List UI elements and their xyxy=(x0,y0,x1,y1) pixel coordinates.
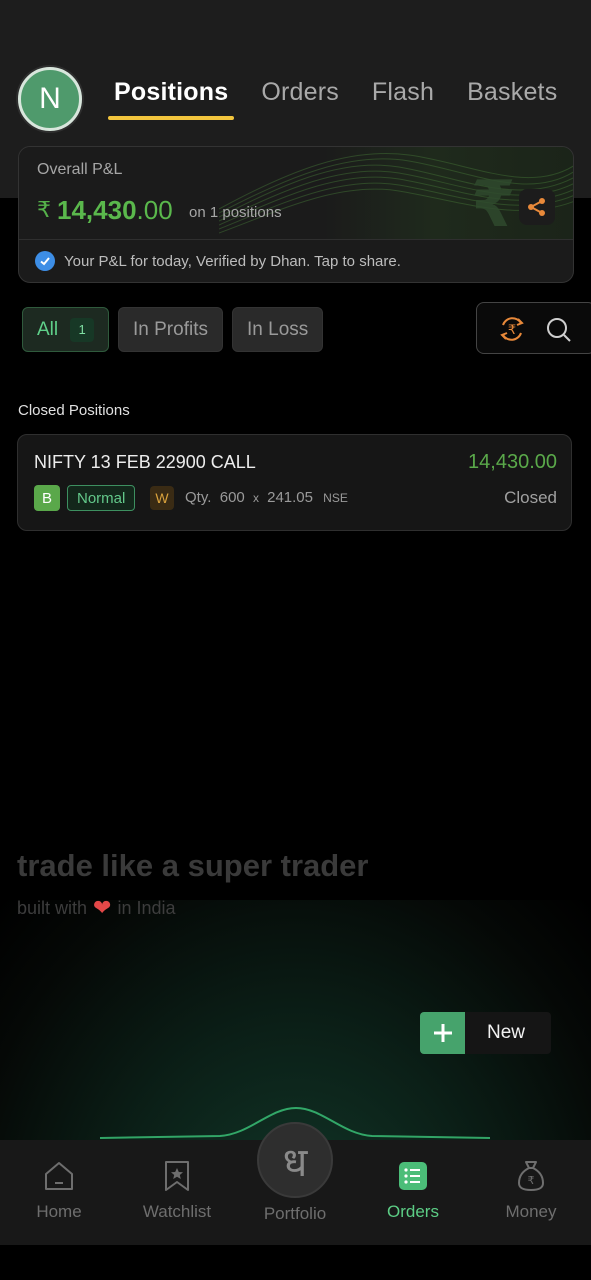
pnl-amount-integer: 14,430 xyxy=(57,195,137,225)
search-icon[interactable] xyxy=(545,316,573,344)
filter-in-profits-label: In Profits xyxy=(133,318,208,340)
exchange-label: NSE xyxy=(323,491,348,505)
svg-text:₹: ₹ xyxy=(508,323,516,338)
rupee-symbol: ₹ xyxy=(37,197,51,222)
filter-in-loss[interactable]: In Loss xyxy=(232,307,324,352)
money-bag-icon: ₹ xyxy=(517,1161,545,1192)
weekly-expiry-badge: W xyxy=(150,486,174,510)
built-suffix: in India xyxy=(117,897,176,918)
nav-money-label: Money xyxy=(505,1202,557,1221)
watchlist-icon xyxy=(165,1161,189,1191)
product-type-tag: Normal xyxy=(67,485,136,511)
built-prefix: built with xyxy=(17,897,88,918)
nav-home-label: Home xyxy=(36,1202,82,1221)
nav-orders[interactable]: Orders xyxy=(354,1158,472,1238)
tab-baskets[interactable]: Baskets xyxy=(467,78,557,122)
qty-value: 600 xyxy=(219,489,245,506)
system-nav-strip xyxy=(0,1245,591,1280)
currency-exchange-icon[interactable]: ₹ xyxy=(497,315,527,343)
instrument-name: NIFTY 13 FEB 22900 CALL xyxy=(34,452,256,472)
pnl-amount: 14,430.00 xyxy=(57,195,173,226)
dhan-logo-icon: ध xyxy=(282,1140,308,1185)
filter-all[interactable]: All 1 xyxy=(22,307,110,352)
position-status: Closed xyxy=(504,488,557,507)
verified-text: Your P&L for today, Verified by Dhan. Ta… xyxy=(64,252,401,270)
tools-box: ₹ xyxy=(476,302,591,354)
plus-icon xyxy=(420,1012,465,1054)
tab-positions[interactable]: Positions xyxy=(107,78,235,122)
qty-label: Qty. xyxy=(185,489,212,506)
nav-watchlist[interactable]: Watchlist xyxy=(118,1158,236,1238)
tagline-headline: trade like a super trader xyxy=(17,848,369,883)
pnl-label: Overall P&L xyxy=(37,161,123,178)
nav-portfolio-label: Portfolio xyxy=(263,1204,327,1223)
home-icon xyxy=(45,1162,73,1190)
avatar-initial: N xyxy=(39,82,61,115)
svg-text:₹: ₹ xyxy=(528,1174,535,1187)
top-tab-bar: Positions Orders Flash Baskets F xyxy=(107,78,591,122)
filter-in-profits[interactable]: In Profits xyxy=(118,307,223,352)
new-button-label: New xyxy=(487,1022,526,1043)
closed-positions-heading: Closed Positions xyxy=(18,402,130,419)
nav-orders-label: Orders xyxy=(387,1202,439,1221)
verified-check-icon xyxy=(35,251,55,271)
portfolio-logo-button[interactable]: ध xyxy=(257,1122,333,1198)
pnl-amount-decimal: .00 xyxy=(136,195,173,225)
avg-price: 241.05 xyxy=(267,489,313,506)
tab-orders[interactable]: Orders xyxy=(261,78,339,122)
verified-row[interactable]: Your P&L for today, Verified by Dhan. Ta… xyxy=(35,251,401,271)
multiply-sign: x xyxy=(252,491,259,505)
rupee-watermark-icon: ₹ xyxy=(471,168,516,240)
filter-in-loss-label: In Loss xyxy=(247,318,309,340)
nav-home[interactable]: Home xyxy=(0,1158,118,1238)
pnl-positions-count: on 1 positions xyxy=(189,204,282,221)
tab-flash[interactable]: Flash xyxy=(372,78,434,122)
position-pnl: 14,430.00 xyxy=(468,451,557,473)
profile-avatar[interactable]: N xyxy=(18,67,82,131)
nav-money[interactable]: ₹ Money xyxy=(472,1158,590,1238)
filter-all-label: All xyxy=(37,318,59,340)
position-card[interactable]: NIFTY 13 FEB 22900 CALL 14,430.00 B Norm… xyxy=(17,434,572,531)
built-with-line: built with ❤ in India xyxy=(17,895,176,921)
overall-pnl-card[interactable]: Overall P&L ₹ 14,430.00 on 1 positions ₹… xyxy=(18,146,574,283)
heart-icon: ❤ xyxy=(93,895,112,920)
nav-watchlist-label: Watchlist xyxy=(142,1202,212,1221)
orders-icon xyxy=(399,1162,427,1190)
buy-badge: B xyxy=(34,485,60,511)
pnl-card-divider xyxy=(19,239,573,240)
share-button[interactable] xyxy=(519,189,555,225)
new-order-button[interactable]: New xyxy=(420,1012,551,1054)
filter-all-count: 1 xyxy=(70,317,95,342)
quantity-row: Qty. 600 x 241.05 NSE xyxy=(185,489,348,506)
share-icon xyxy=(528,198,545,216)
